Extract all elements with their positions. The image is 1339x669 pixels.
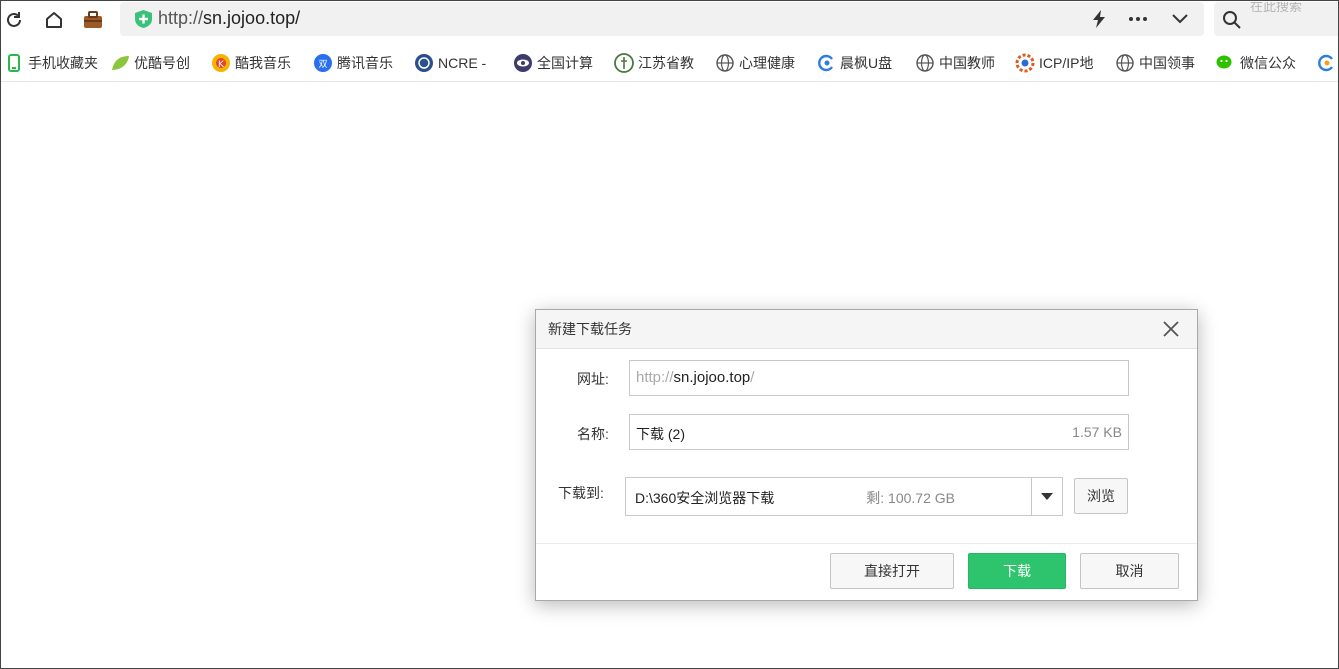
- bookmark-item[interactable]: 微信公众: [1216, 52, 1302, 74]
- swirl-icon: [816, 53, 836, 73]
- bookmark-item[interactable]: K 酷我音乐: [211, 52, 297, 74]
- new-download-dialog: 新建下载任务 网址: http://sn.jojoo.top/ 名称: 下载 (…: [535, 309, 1198, 601]
- phone-icon: [4, 53, 24, 73]
- url-scheme: http://: [636, 369, 674, 386]
- bookmark-label: 全国计算: [537, 55, 593, 71]
- bookmark-item[interactable]: 中国教师: [915, 52, 1001, 74]
- tencent-music-icon: 双: [313, 53, 333, 73]
- address-scheme: http://: [158, 8, 204, 28]
- reload-button[interactable]: [0, 6, 28, 34]
- reload-icon: [7, 12, 21, 27]
- bookmark-label: 手机收藏夹: [28, 55, 98, 71]
- bookmark-label: 晨枫U盘: [840, 55, 893, 71]
- bookmark-label: 中国领事: [1139, 55, 1195, 71]
- globe-icon: [915, 53, 935, 73]
- bookmark-label: 心理健康: [739, 55, 795, 71]
- save-path-select[interactable]: D:\360安全浏览器下载 剩: 100.72 GB: [625, 477, 1063, 516]
- dialog-footer: 直接打开 下载 取消: [536, 543, 1197, 600]
- globe-icon: [1115, 53, 1135, 73]
- more-dots-icon: [1129, 17, 1147, 21]
- bookmark-item[interactable]: 中国领事: [1115, 52, 1201, 74]
- bookmark-item[interactable]: 双 腾讯音乐: [313, 52, 399, 74]
- more-options-button[interactable]: [1125, 7, 1151, 31]
- free-space: 剩: 100.72 GB: [866, 490, 955, 506]
- search-box[interactable]: 在此搜索: [1214, 2, 1339, 36]
- bookmark-item[interactable]: ICP/IP地: [1015, 52, 1101, 74]
- ncre-icon: [414, 53, 434, 73]
- svg-text:双: 双: [318, 59, 327, 70]
- seal-icon: [614, 53, 634, 73]
- bookmark-label: 微信公众: [1240, 55, 1296, 71]
- path-dropdown-button[interactable]: [1031, 478, 1062, 515]
- security-shield-icon: [135, 10, 152, 28]
- filename-field[interactable]: 下载 (2) 1.57 KB: [629, 414, 1129, 450]
- save-path-value: D:\360安全浏览器下载: [635, 490, 775, 506]
- save-to-label: 下载到:: [558, 485, 604, 501]
- bookmark-item[interactable]: 江苏省教: [614, 52, 700, 74]
- browser-toolbar: http://sn.jojoo.top/ 在此搜索: [0, 0, 1339, 40]
- leaf-icon: [110, 53, 130, 73]
- download-button[interactable]: 下载: [968, 553, 1066, 589]
- url-slash: /: [750, 369, 755, 386]
- swirl-icon: [1316, 53, 1336, 73]
- bookmark-label: 腾讯音乐: [337, 55, 393, 71]
- caret-down-icon: [1041, 493, 1053, 500]
- chevron-down-icon: [1172, 14, 1188, 24]
- bookmark-label: NCRE -: [438, 55, 487, 71]
- cancel-button[interactable]: 取消: [1080, 553, 1179, 589]
- bookmark-item[interactable]: 全国计算: [513, 52, 599, 74]
- bookmark-item[interactable]: 优酷号创: [110, 52, 196, 74]
- bookmark-item[interactable]: 晨枫U盘: [816, 52, 900, 74]
- kuwo-icon: K: [211, 53, 231, 73]
- bookmark-label: 酷我音乐: [235, 55, 291, 71]
- briefcase-icon: [84, 11, 102, 28]
- bookmark-item[interactable]: [1316, 52, 1338, 74]
- home-icon: [46, 12, 62, 28]
- search-icon: [1223, 11, 1241, 29]
- bookmark-item[interactable]: 手机收藏夹: [4, 52, 100, 74]
- address-dropdown-button[interactable]: [1167, 7, 1193, 31]
- bookmark-label: 江苏省教: [638, 55, 694, 71]
- dialog-title: 新建下载任务: [548, 321, 632, 337]
- bookmark-item[interactable]: 心理健康: [715, 52, 801, 74]
- file-size: 1.57 KB: [1072, 424, 1122, 440]
- url-value: http://sn.jojoo.top/: [636, 369, 754, 386]
- bookmarks-bar: 手机收藏夹 优酷号创 K 酷我音乐 双 腾讯音乐 NCRE - 全国计算 江苏省…: [0, 44, 1339, 82]
- address-bar[interactable]: http://sn.jojoo.top/: [120, 2, 1204, 36]
- name-label: 名称:: [577, 426, 609, 442]
- dialog-header: 新建下载任务: [536, 310, 1197, 349]
- close-icon[interactable]: [1161, 319, 1181, 339]
- bookmark-item[interactable]: NCRE -: [414, 52, 496, 74]
- url-label: 网址:: [577, 371, 609, 387]
- filename-value: 下载 (2): [636, 426, 685, 442]
- gear-logo-icon: [1015, 53, 1035, 73]
- wechat-icon: [1216, 53, 1236, 73]
- lightning-icon: [1093, 10, 1105, 28]
- address-url: http://sn.jojoo.top/: [158, 8, 300, 29]
- bookmark-label: 优酷号创: [134, 55, 190, 71]
- globe-icon: [715, 53, 735, 73]
- open-directly-button[interactable]: 直接打开: [830, 553, 954, 589]
- browse-button[interactable]: 浏览: [1074, 478, 1128, 514]
- speed-mode-button[interactable]: [1086, 7, 1112, 31]
- url-field[interactable]: http://sn.jojoo.top/: [629, 360, 1129, 396]
- eye-logo-icon: [513, 53, 533, 73]
- toolbox-button[interactable]: [79, 6, 107, 34]
- home-button[interactable]: [40, 6, 68, 34]
- bookmark-label: 中国教师: [939, 55, 995, 71]
- search-placeholder: 在此搜索: [1250, 2, 1303, 14]
- address-host: sn.jojoo.top/: [203, 8, 301, 28]
- url-host: sn.jojoo.top: [673, 369, 751, 386]
- bookmark-label: ICP/IP地: [1039, 55, 1094, 71]
